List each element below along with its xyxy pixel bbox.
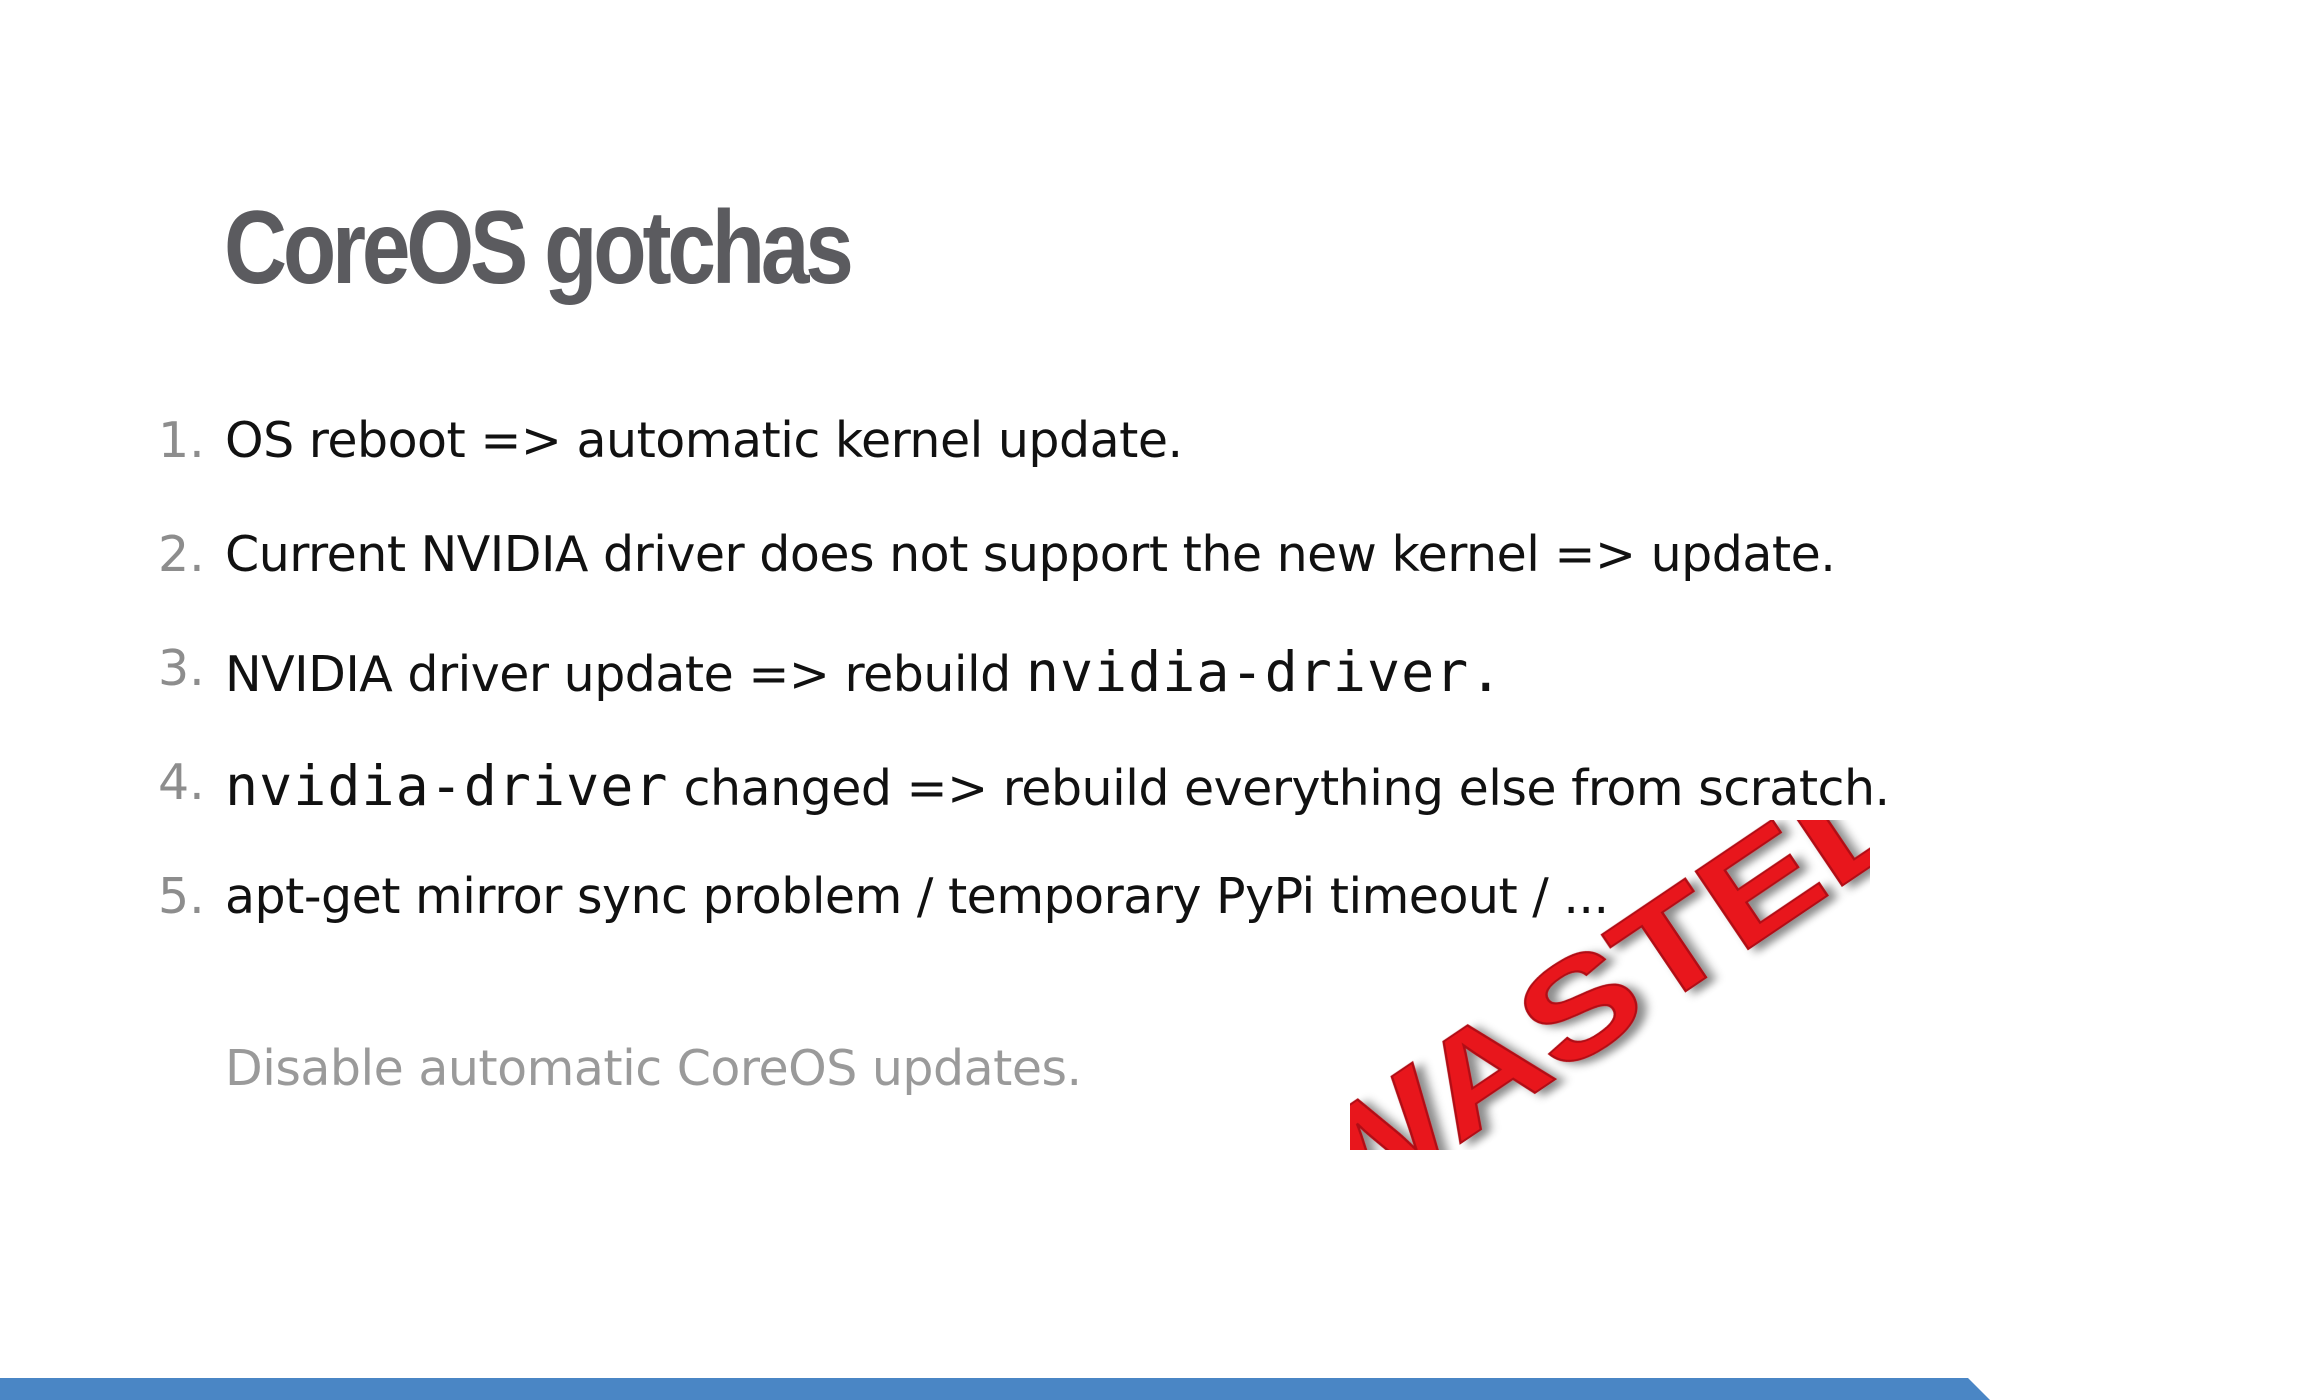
list-number: 5. bbox=[158, 868, 205, 925]
wasted-stamp: WASTED bbox=[1350, 820, 1870, 1150]
list-item-text: nvidia-driver changed => rebuild everyth… bbox=[225, 754, 1890, 818]
list-number: 1. bbox=[158, 412, 205, 469]
svg-text:WASTED: WASTED bbox=[1350, 820, 1870, 1150]
conclusion-note: Disable automatic CoreOS updates. bbox=[225, 1040, 1082, 1097]
code-snippet: nvidia-driver. bbox=[1025, 640, 1504, 704]
slide: CoreOS gotchas 1. OS reboot => automatic… bbox=[0, 0, 2300, 1400]
footer-accent-bar bbox=[0, 1378, 1990, 1400]
slide-title: CoreOS gotchas bbox=[224, 190, 854, 306]
list-item-text: NVIDIA driver update => rebuild nvidia-d… bbox=[225, 640, 1504, 704]
list-number: 4. bbox=[158, 754, 205, 811]
list-number: 2. bbox=[158, 526, 205, 583]
code-snippet: nvidia-driver bbox=[225, 754, 669, 818]
list-item-text: Current NVIDIA driver does not support t… bbox=[225, 526, 1836, 583]
list-item-text: OS reboot => automatic kernel update. bbox=[225, 412, 1183, 469]
list-number: 3. bbox=[158, 640, 205, 697]
